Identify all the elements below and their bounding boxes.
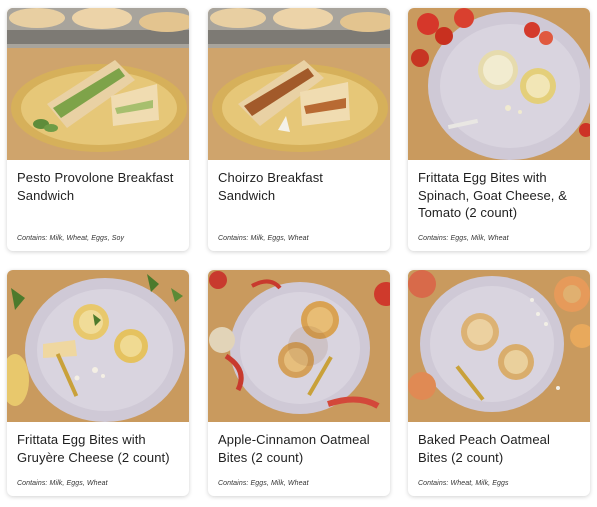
- allergen-text: Contains: Milk, Eggs, Wheat: [218, 235, 309, 242]
- product-title[interactable]: Frittata Egg Bites with Gruyère Cheese (…: [17, 431, 179, 466]
- product-title[interactable]: Frittata Egg Bites with Spinach, Goat Ch…: [418, 169, 580, 222]
- product-image[interactable]: [7, 270, 189, 422]
- allergen-text: Contains: Milk, Wheat, Eggs, Soy: [17, 235, 125, 242]
- product-card-body: Frittata Egg Bites with Gruyère Cheese (…: [7, 422, 189, 496]
- allergen-text: Contains: Wheat, Milk, Eggs: [418, 480, 509, 487]
- product-title[interactable]: Choirzo Breakfast Sandwich: [218, 169, 380, 204]
- product-image[interactable]: [208, 270, 390, 422]
- product-title[interactable]: Baked Peach Oatmeal Bites (2 count): [418, 431, 580, 466]
- product-card-body: Baked Peach Oatmeal Bites (2 count) Cont…: [408, 422, 590, 496]
- product-card-frittata-gruyere[interactable]: Frittata Egg Bites with Gruyère Cheese (…: [7, 270, 189, 496]
- product-image[interactable]: [208, 8, 390, 160]
- sandwich-photo: [208, 8, 390, 160]
- product-image[interactable]: [7, 8, 189, 160]
- product-title[interactable]: Apple-Cinnamon Oatmeal Bites (2 count): [218, 431, 380, 466]
- allergen-text: Contains: Eggs, Milk, Wheat: [218, 480, 309, 487]
- product-title[interactable]: Pesto Provolone Breakfast Sandwich: [17, 169, 179, 204]
- egg-bites-photo: [408, 8, 590, 160]
- allergen-text: Contains: Milk, Eggs, Wheat: [17, 480, 108, 487]
- product-image[interactable]: [408, 8, 590, 160]
- allergen-text: Contains: Eggs, Milk, Wheat: [418, 235, 509, 242]
- product-card-chorizo[interactable]: Choirzo Breakfast Sandwich Contains: Mil…: [208, 8, 390, 251]
- product-card-apple-cinnamon[interactable]: Apple-Cinnamon Oatmeal Bites (2 count) C…: [208, 270, 390, 496]
- product-card-baked-peach[interactable]: Baked Peach Oatmeal Bites (2 count) Cont…: [408, 270, 590, 496]
- sandwich-photo: [7, 8, 189, 160]
- product-card-frittata-spinach[interactable]: Frittata Egg Bites with Spinach, Goat Ch…: [408, 8, 590, 251]
- product-card-body: Choirzo Breakfast Sandwich Contains: Mil…: [208, 160, 390, 251]
- product-card-body: Pesto Provolone Breakfast Sandwich Conta…: [7, 160, 189, 251]
- product-card-pesto-provolone[interactable]: Pesto Provolone Breakfast Sandwich Conta…: [7, 8, 189, 251]
- oatmeal-bites-photo: [408, 270, 590, 422]
- product-card-body: Apple-Cinnamon Oatmeal Bites (2 count) C…: [208, 422, 390, 496]
- egg-bites-photo: [7, 270, 189, 422]
- product-image[interactable]: [408, 270, 590, 422]
- product-grid: Pesto Provolone Breakfast Sandwich Conta…: [0, 0, 597, 507]
- product-card-body: Frittata Egg Bites with Spinach, Goat Ch…: [408, 160, 590, 251]
- oatmeal-bites-photo: [208, 270, 390, 422]
